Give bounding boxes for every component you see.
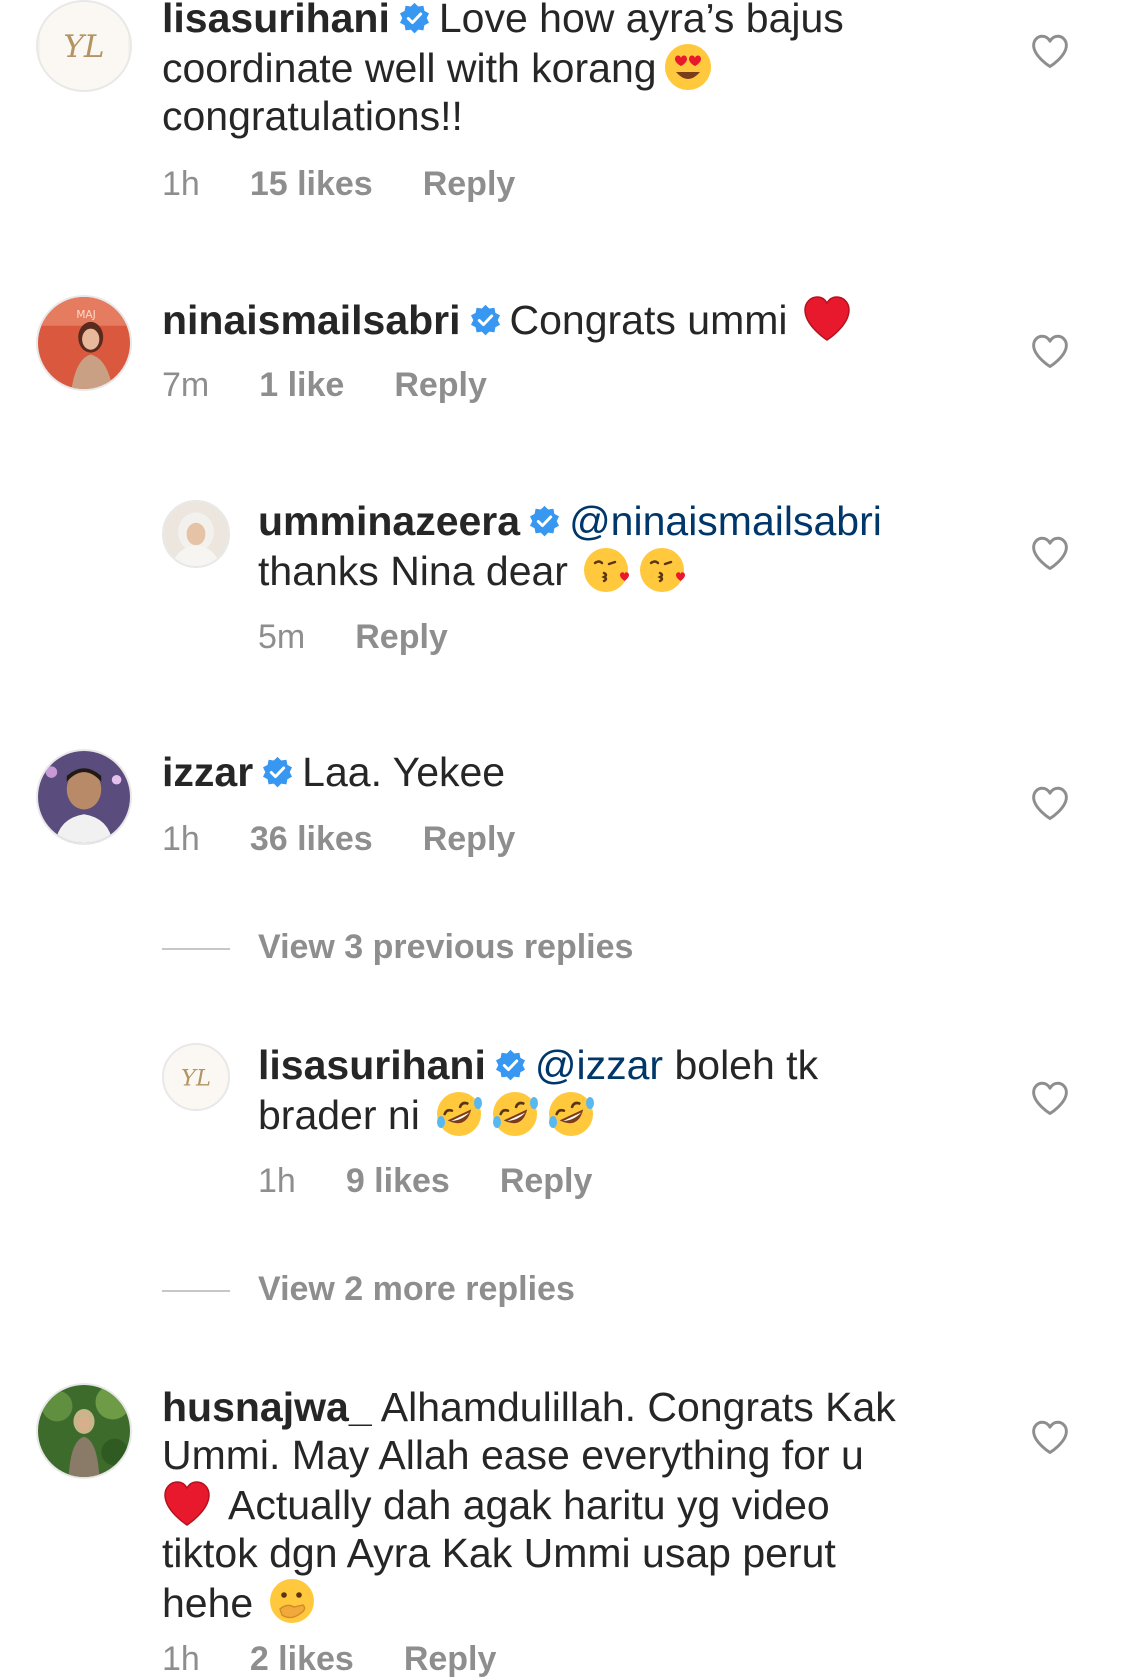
comment-line: brader ni: [258, 1092, 420, 1138]
profile-photo-icon: MAJ: [38, 297, 130, 389]
comment-line: Alhamdulillah. Congrats Kak: [380, 1384, 896, 1430]
like-heart-icon[interactable]: [1030, 1080, 1070, 1116]
like-heart-icon[interactable]: [1030, 333, 1070, 369]
reply-button[interactable]: Reply: [423, 165, 516, 204]
comment-line: congratulations!!: [162, 93, 463, 139]
username[interactable]: ninaismailsabri: [162, 297, 461, 343]
comment-meta: 1h 36 likes Reply: [162, 820, 565, 859]
view-previous-replies-button[interactable]: View 3 previous replies: [162, 928, 633, 967]
username[interactable]: lisasurihani: [258, 1042, 486, 1088]
reply-button[interactable]: Reply: [423, 820, 516, 859]
red-heart-emoji-icon: [162, 1479, 212, 1529]
likes-count[interactable]: 36 likes: [250, 820, 373, 859]
likes-count[interactable]: 2 likes: [250, 1640, 354, 1679]
comment-text: lisasurihani @izzar boleh tk brader ni: [258, 1041, 818, 1139]
view-replies-label: View 2 more replies: [258, 1270, 575, 1308]
timestamp: 5m: [258, 618, 306, 656]
verified-badge-icon: [528, 505, 561, 538]
avatar[interactable]: [36, 749, 132, 845]
comment-line: thanks Nina dear: [258, 548, 568, 594]
kissing-face-emoji-icon: [638, 545, 688, 595]
rolling-laughing-emoji-icon: [546, 1089, 596, 1139]
mention-link[interactable]: @ninaismailsabri: [569, 498, 882, 544]
comment-line: Love how ayra’s bajus: [438, 0, 844, 41]
comment-meta: 1h 9 likes Reply: [258, 1162, 642, 1201]
verified-badge-icon: [398, 2, 431, 35]
comment-text: umminazeera @ninaismailsabri thanks Nina …: [258, 497, 882, 595]
heart-eyes-emoji-icon: [663, 42, 713, 92]
divider: [162, 1290, 230, 1293]
reply-button[interactable]: Reply: [394, 366, 487, 405]
verified-badge-icon: [469, 304, 502, 337]
yl-monogram-logo-icon: YL: [40, 2, 128, 90]
reply-button[interactable]: Reply: [500, 1162, 593, 1201]
comment-text: ninaismailsabri Congrats ummi: [162, 294, 852, 344]
comment-meta: 1h 15 likes Reply: [162, 165, 565, 204]
comment-line: Actually dah agak haritu yg video: [228, 1482, 830, 1528]
hand-over-mouth-emoji-icon: [267, 1577, 317, 1627]
timestamp: 1h: [162, 165, 200, 203]
profile-photo-icon: [38, 1385, 130, 1477]
avatar[interactable]: [162, 500, 230, 568]
view-more-replies-button[interactable]: View 2 more replies: [162, 1270, 575, 1309]
like-heart-icon[interactable]: [1030, 535, 1070, 571]
yl-monogram-logo-icon: YL: [164, 1045, 228, 1109]
svg-text:MAJ: MAJ: [76, 309, 95, 321]
comment-line: hehe: [162, 1580, 254, 1626]
rolling-laughing-emoji-icon: [490, 1089, 540, 1139]
reply-button[interactable]: Reply: [404, 1640, 497, 1679]
like-heart-icon[interactable]: [1030, 785, 1070, 821]
profile-photo-icon: [38, 751, 130, 843]
verified-badge-icon: [494, 1049, 527, 1082]
comment-line: tiktok dgn Ayra Kak Ummi usap perut: [162, 1530, 836, 1576]
likes-count[interactable]: 9 likes: [346, 1162, 450, 1201]
red-heart-emoji-icon: [802, 294, 852, 344]
username[interactable]: umminazeera: [258, 498, 520, 544]
timestamp: 1h: [258, 1162, 296, 1200]
logo-text: YL: [181, 1065, 211, 1091]
comment-meta: 7m 1 like Reply: [162, 366, 537, 405]
comment-line: Laa. Yekee: [302, 749, 506, 795]
like-heart-icon[interactable]: [1030, 33, 1070, 69]
avatar[interactable]: [36, 1383, 132, 1479]
username[interactable]: husnajwa_: [162, 1384, 372, 1430]
comment-text: lisasurihani Love how ayra’s bajus coordi…: [162, 0, 844, 140]
rolling-laughing-emoji-icon: [434, 1089, 484, 1139]
avatar[interactable]: YL: [36, 0, 132, 92]
comment-meta: 1h 2 likes Reply: [162, 1640, 546, 1679]
likes-count[interactable]: 15 likes: [250, 165, 373, 204]
comment-line: boleh tk: [674, 1042, 819, 1088]
comment-text: izzar Laa. Yekee: [162, 748, 505, 796]
comment-line: Congrats ummi: [509, 297, 788, 343]
timestamp: 1h: [162, 820, 200, 858]
like-heart-icon[interactable]: [1030, 1419, 1070, 1455]
timestamp: 7m: [162, 366, 210, 404]
comment-line: Ummi. May Allah ease everything for u: [162, 1432, 864, 1478]
likes-count[interactable]: 1 like: [259, 366, 344, 405]
mention-link[interactable]: @izzar: [535, 1042, 663, 1088]
reply-button[interactable]: Reply: [355, 618, 448, 657]
timestamp: 1h: [162, 1640, 200, 1678]
comment-text: husnajwa_ Alhamdulillah. Congrats Kak Um…: [162, 1383, 896, 1627]
view-replies-label: View 3 previous replies: [258, 928, 634, 966]
avatar[interactable]: MAJ: [36, 295, 132, 391]
verified-badge-icon: [261, 756, 294, 789]
username[interactable]: izzar: [162, 749, 253, 795]
username[interactable]: lisasurihani: [162, 0, 390, 41]
comment-line: coordinate well with korang: [162, 45, 657, 91]
profile-photo-icon: [164, 502, 228, 566]
divider: [162, 948, 230, 951]
avatar[interactable]: YL: [162, 1043, 230, 1111]
comment-meta: 5m Reply: [258, 618, 498, 657]
kissing-face-emoji-icon: [582, 545, 632, 595]
logo-text: YL: [63, 29, 104, 65]
